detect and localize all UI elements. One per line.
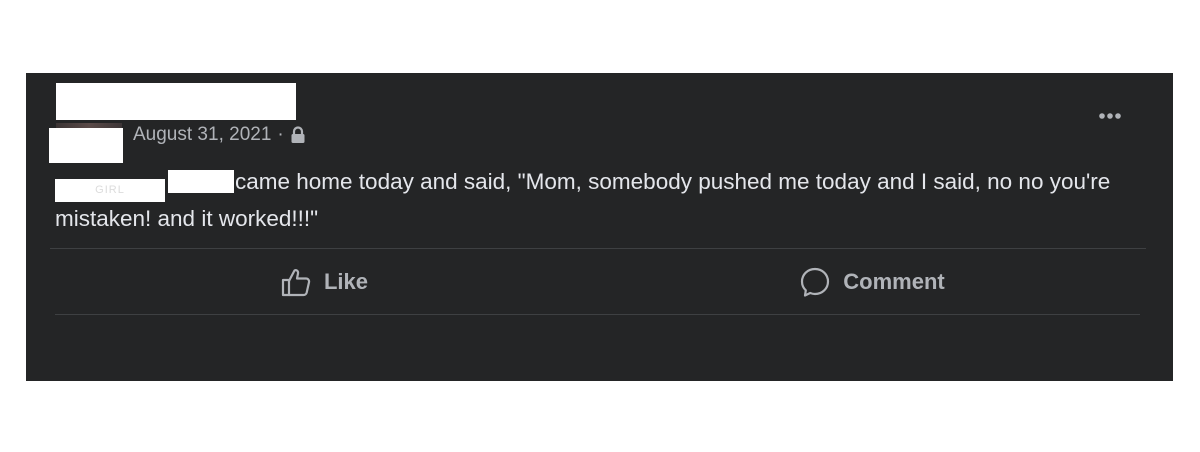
comment-bubble-icon: [801, 267, 830, 297]
screenshot-page: August 31, 2021 · GIRL came home today an…: [0, 0, 1200, 452]
redacted-avatar: [49, 128, 123, 163]
redacted-word: [168, 170, 234, 193]
post-card: August 31, 2021 · GIRL came home today an…: [26, 73, 1173, 381]
redacted-name-tag: GIRL: [55, 179, 165, 202]
post-meta: August 31, 2021 ·: [133, 123, 306, 147]
thumbs-up-icon: [281, 268, 311, 296]
divider: [55, 314, 1140, 315]
meta-separator: ·: [277, 124, 284, 145]
post-date[interactable]: August 31, 2021: [133, 124, 271, 146]
post-body: GIRL came home today and said, "Mom, some…: [55, 165, 1145, 235]
like-button[interactable]: Like: [50, 249, 598, 314]
redacted-author-name: [56, 83, 296, 120]
post-action-bar: Like Comment: [50, 249, 1146, 314]
comment-button[interactable]: Comment: [598, 249, 1146, 314]
lock-icon[interactable]: [290, 126, 306, 144]
like-label: Like: [323, 268, 369, 294]
comment-label: Comment: [843, 268, 945, 294]
more-options-icon[interactable]: [1097, 106, 1127, 126]
